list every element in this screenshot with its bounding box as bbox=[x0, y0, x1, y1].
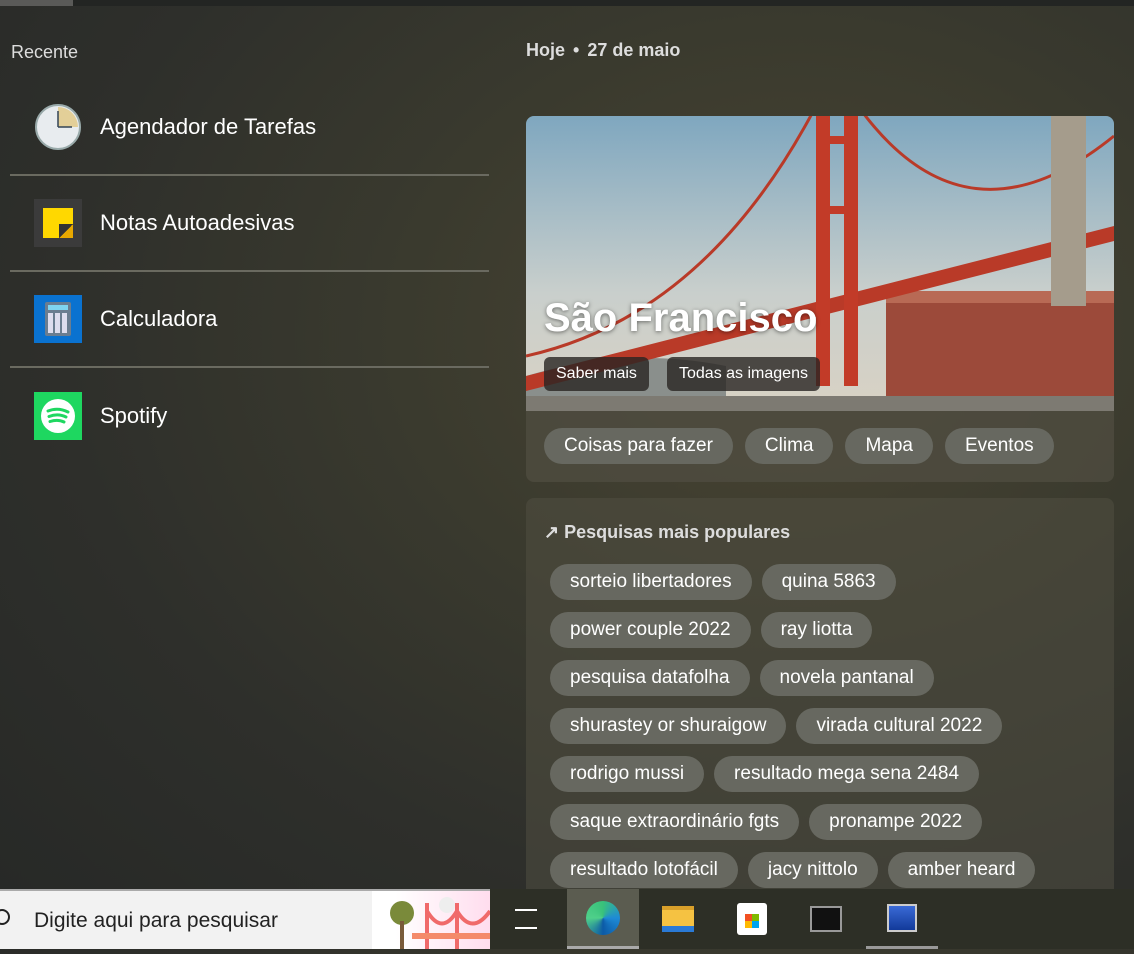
task-view-icon bbox=[515, 909, 537, 929]
popular-search-chip[interactable]: pesquisa datafolha bbox=[550, 660, 750, 696]
recent-app-spotify[interactable]: Spotify bbox=[10, 368, 489, 464]
popular-search-chip[interactable]: pronampe 2022 bbox=[809, 804, 983, 840]
remote-desktop-icon bbox=[887, 903, 917, 932]
taskbar-file-explorer[interactable] bbox=[642, 889, 714, 949]
popular-search-chip[interactable]: sorteio libertadores bbox=[550, 564, 752, 600]
chip-things-to-do[interactable]: Coisas para fazer bbox=[544, 428, 733, 464]
popular-search-chip[interactable]: power couple 2022 bbox=[550, 612, 751, 648]
calculator-icon bbox=[34, 295, 82, 343]
app-label: Agendador de Tarefas bbox=[100, 114, 317, 139]
popular-search-chip[interactable]: saque extraordinário fgts bbox=[550, 804, 800, 840]
popular-searches-heading: ↗ Pesquisas mais populares bbox=[544, 522, 790, 543]
date-header: Hoje • 27 de maio bbox=[526, 40, 688, 61]
sticky-notes-icon bbox=[34, 199, 82, 247]
popular-search-chip[interactable]: rodrigo mussi bbox=[550, 756, 705, 792]
popular-search-chips: sorteio libertadores quina 5863 power coup… bbox=[550, 564, 1055, 888]
app-label: Calculadora bbox=[100, 306, 218, 331]
store-icon bbox=[737, 903, 767, 935]
cmd-icon bbox=[810, 906, 842, 932]
chip-events[interactable]: Eventos bbox=[945, 428, 1054, 464]
category-chips: Coisas para fazer Clima Mapa Eventos bbox=[544, 428, 1054, 464]
recent-app-task-scheduler[interactable]: Agendador de Tarefas bbox=[10, 80, 489, 176]
task-view-button[interactable] bbox=[490, 889, 562, 949]
popular-search-chip[interactable]: novela pantanal bbox=[759, 660, 934, 696]
popular-search-chip[interactable]: amber heard bbox=[887, 852, 1036, 888]
search-box[interactable]: Digite aqui para pesquisar bbox=[0, 889, 492, 949]
recent-app-calculator[interactable]: Calculadora bbox=[10, 272, 489, 368]
chip-weather[interactable]: Clima bbox=[744, 428, 834, 464]
taskbar: Digite aqui para pesquisar bbox=[0, 889, 1134, 949]
separator: • bbox=[573, 40, 580, 60]
popular-search-chip[interactable]: quina 5863 bbox=[761, 564, 896, 600]
clock-icon bbox=[34, 103, 82, 151]
recent-app-sticky-notes[interactable]: Notas Autoadesivas bbox=[10, 176, 489, 272]
top-bar bbox=[0, 0, 1134, 6]
today-label: Hoje bbox=[526, 40, 566, 60]
taskbar-command-prompt[interactable] bbox=[790, 889, 862, 949]
taskbar-remote-desktop[interactable] bbox=[866, 889, 938, 949]
popular-search-chip[interactable]: resultado mega sena 2484 bbox=[714, 756, 980, 792]
spotify-icon bbox=[34, 392, 82, 440]
learn-more-button[interactable]: Saber mais bbox=[544, 357, 649, 391]
popular-search-chip[interactable]: resultado lotofácil bbox=[550, 852, 738, 888]
taskbar-edge[interactable] bbox=[567, 889, 639, 949]
edge-icon bbox=[586, 900, 620, 935]
search-highlight-bridge-icon bbox=[372, 891, 492, 949]
chip-map[interactable]: Mapa bbox=[845, 428, 933, 464]
popular-search-chip[interactable]: virada cultural 2022 bbox=[796, 708, 1003, 744]
recent-heading: Recente bbox=[11, 42, 79, 62]
app-label: Notas Autoadesivas bbox=[100, 210, 295, 235]
trending-icon: ↗ bbox=[544, 522, 565, 542]
active-tab-indicator bbox=[0, 0, 73, 6]
search-icon bbox=[0, 909, 10, 925]
search-input[interactable]: Digite aqui para pesquisar bbox=[34, 909, 278, 933]
popular-searches-panel: ↗ Pesquisas mais populares sorteio liber… bbox=[526, 498, 1114, 898]
folder-icon bbox=[662, 906, 694, 932]
taskbar-store[interactable] bbox=[716, 889, 788, 949]
app-label: Spotify bbox=[100, 403, 168, 428]
popular-search-chip[interactable]: shurastey or shuraigow bbox=[550, 708, 787, 744]
popular-search-chip[interactable]: ray liotta bbox=[760, 612, 873, 648]
popular-search-chip[interactable]: jacy nittolo bbox=[747, 852, 878, 888]
all-images-button[interactable]: Todas as imagens bbox=[667, 357, 820, 391]
date-label: 27 de maio bbox=[587, 40, 681, 60]
hero-title: São Francisco bbox=[544, 296, 818, 340]
featured-card: São Francisco Saber mais Todas as imagen… bbox=[526, 116, 1114, 482]
popular-title: Pesquisas mais populares bbox=[564, 522, 791, 542]
